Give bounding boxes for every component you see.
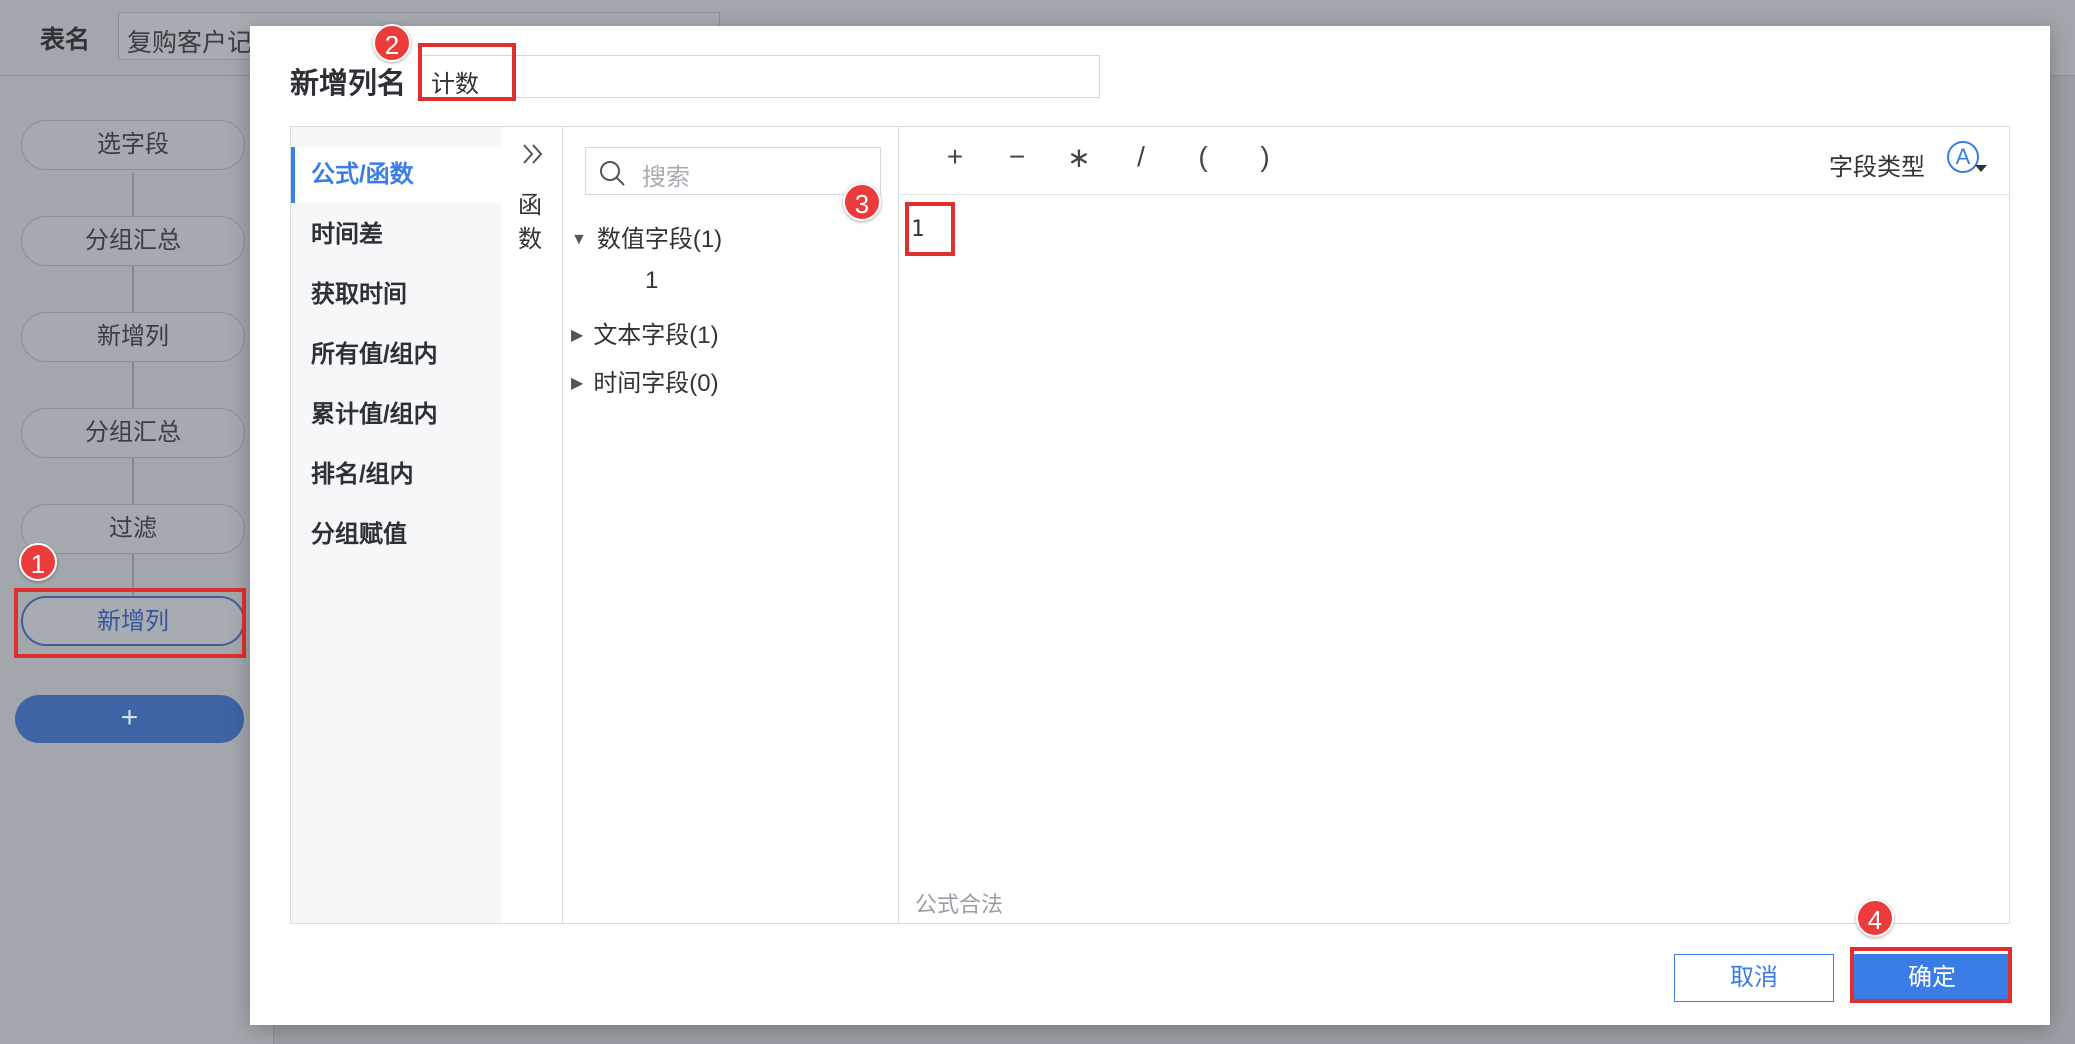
category-all-values-in-group[interactable]: 所有值/组内 <box>291 327 502 383</box>
formula-pane: + − ∗ / ( ) 字段类型 A 1 公式合法 <box>899 127 2009 923</box>
step-filter[interactable]: 过滤 <box>21 504 245 554</box>
step-group-summary-2[interactable]: 分组汇总 <box>21 408 245 458</box>
step-new-column[interactable]: 新增列 <box>21 312 245 362</box>
function-toggle-label: 函数 <box>518 192 542 253</box>
caret-right-icon[interactable]: ▶ <box>571 373 583 393</box>
tree-field-item[interactable]: 1 <box>645 267 658 295</box>
category-group-assign[interactable]: 分组赋值 <box>291 507 502 563</box>
annotation-badge-1: 1 <box>19 543 57 581</box>
operator-open-paren-button[interactable]: ( <box>1183 141 1223 173</box>
annotation-box-2 <box>418 43 516 101</box>
operator-divide-button[interactable]: / <box>1121 141 1161 173</box>
operator-toolbar: + − ∗ / ( ) 字段类型 A <box>899 127 2009 195</box>
annotation-badge-2: 2 <box>373 24 411 62</box>
annotation-badge-3: 3 <box>843 183 881 221</box>
add-column-dialog: 新增列名 计数 公式/函数 时间差 获取时间 所有值/组内 累计值/组内 排名/… <box>250 26 2050 1025</box>
search-icon <box>598 159 626 192</box>
annotation-box-3 <box>905 202 955 256</box>
dialog-title: 新增列名 <box>290 68 407 100</box>
tree-time-fields[interactable]: ▶ 时间字段(0) <box>571 363 719 398</box>
annotation-box-4 <box>1850 947 2012 1003</box>
category-time-diff[interactable]: 时间差 <box>291 207 502 263</box>
cancel-button[interactable]: 取消 <box>1674 954 1834 1002</box>
double-chevron-right-icon[interactable] <box>520 141 546 175</box>
tree-text-fields[interactable]: ▶ 文本字段(1) <box>571 315 719 350</box>
add-step-button[interactable]: + <box>15 695 244 743</box>
tree-numeric-fields[interactable]: ▼ 数值字段(1) <box>571 219 722 254</box>
step-group-summary[interactable]: 分组汇总 <box>21 216 245 266</box>
operator-plus-button[interactable]: + <box>935 141 975 173</box>
step-select-fields[interactable]: 选字段 <box>21 120 245 170</box>
formula-editor: 公式/函数 时间差 获取时间 所有值/组内 累计值/组内 排名/组内 分组赋值 … <box>290 126 2010 924</box>
operator-close-paren-button[interactable]: ) <box>1245 141 1285 173</box>
column-name-input[interactable]: 计数 <box>420 55 1100 98</box>
operator-minus-button[interactable]: − <box>997 141 1037 173</box>
tree-numeric-fields-label: 数值字段(1) <box>596 226 723 253</box>
search-placeholder: 搜索 <box>642 164 690 191</box>
annotation-box-1 <box>14 588 246 658</box>
category-list: 公式/函数 时间差 获取时间 所有值/组内 累计值/组内 排名/组内 分组赋值 <box>291 127 502 923</box>
table-name-label: 表名 <box>40 26 91 54</box>
category-formula-function[interactable]: 公式/函数 <box>291 147 502 203</box>
function-panel-toggle[interactable]: 函数 <box>502 127 563 923</box>
caret-right-icon[interactable]: ▶ <box>571 325 583 345</box>
category-rank-in-group[interactable]: 排名/组内 <box>291 447 502 503</box>
caret-down-icon[interactable] <box>1975 165 1987 172</box>
formula-valid-status: 公式合法 <box>915 892 1004 917</box>
field-type-label: 字段类型 <box>1829 154 1925 181</box>
category-get-time[interactable]: 获取时间 <box>291 267 502 323</box>
tree-text-fields-label: 文本字段(1) <box>593 322 719 349</box>
caret-down-icon[interactable]: ▼ <box>571 231 587 249</box>
operator-multiply-button[interactable]: ∗ <box>1059 141 1099 174</box>
field-search-input[interactable]: 搜索 <box>585 147 881 195</box>
annotation-badge-4: 4 <box>1856 899 1894 937</box>
category-cumulative-in-group[interactable]: 累计值/组内 <box>291 387 502 443</box>
field-list-pane: 搜索 ▼ 数值字段(1) 1 ▶ 文本字段(1) ▶ 时间字段(0) <box>563 127 899 923</box>
tree-time-fields-label: 时间字段(0) <box>593 370 719 397</box>
